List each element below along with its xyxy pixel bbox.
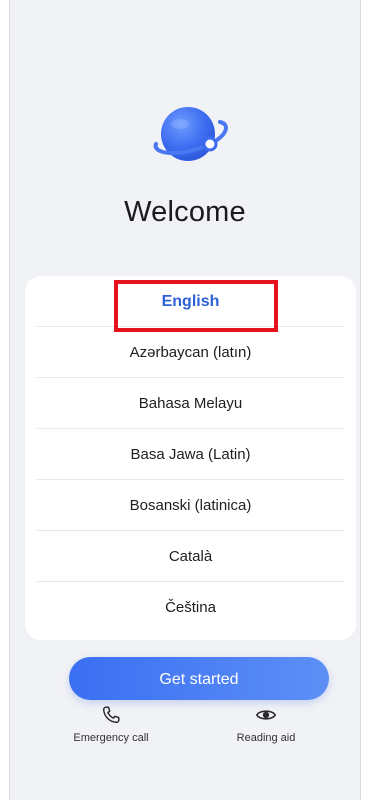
setup-screen: Welcome English Azərbaycan (latın) Bahas…	[9, 0, 361, 800]
emergency-call-button[interactable]: Emergency call	[56, 704, 166, 744]
globe-planet-icon	[153, 107, 228, 161]
language-option-catalan[interactable]: Català	[25, 531, 356, 582]
language-option-azerbaijani[interactable]: Azərbaycan (latın)	[25, 327, 356, 378]
language-list[interactable]: English Azərbaycan (latın) Bahasa Melayu…	[25, 276, 356, 640]
get-started-button[interactable]: Get started	[69, 657, 329, 700]
language-option-malay[interactable]: Bahasa Melayu	[25, 378, 356, 429]
reading-aid-button[interactable]: Reading aid	[211, 704, 321, 744]
welcome-title: Welcome	[124, 196, 246, 228]
language-option-bosnian[interactable]: Bosanski (latinica)	[25, 480, 356, 531]
reading-aid-label: Reading aid	[236, 732, 296, 744]
language-option-javanese[interactable]: Basa Jawa (Latin)	[25, 429, 356, 480]
eye-icon	[256, 710, 276, 720]
language-option-english[interactable]: English	[25, 276, 356, 327]
phone-icon	[102, 706, 120, 724]
language-option-czech[interactable]: Čeština	[25, 582, 356, 633]
emergency-call-label: Emergency call	[73, 732, 149, 744]
